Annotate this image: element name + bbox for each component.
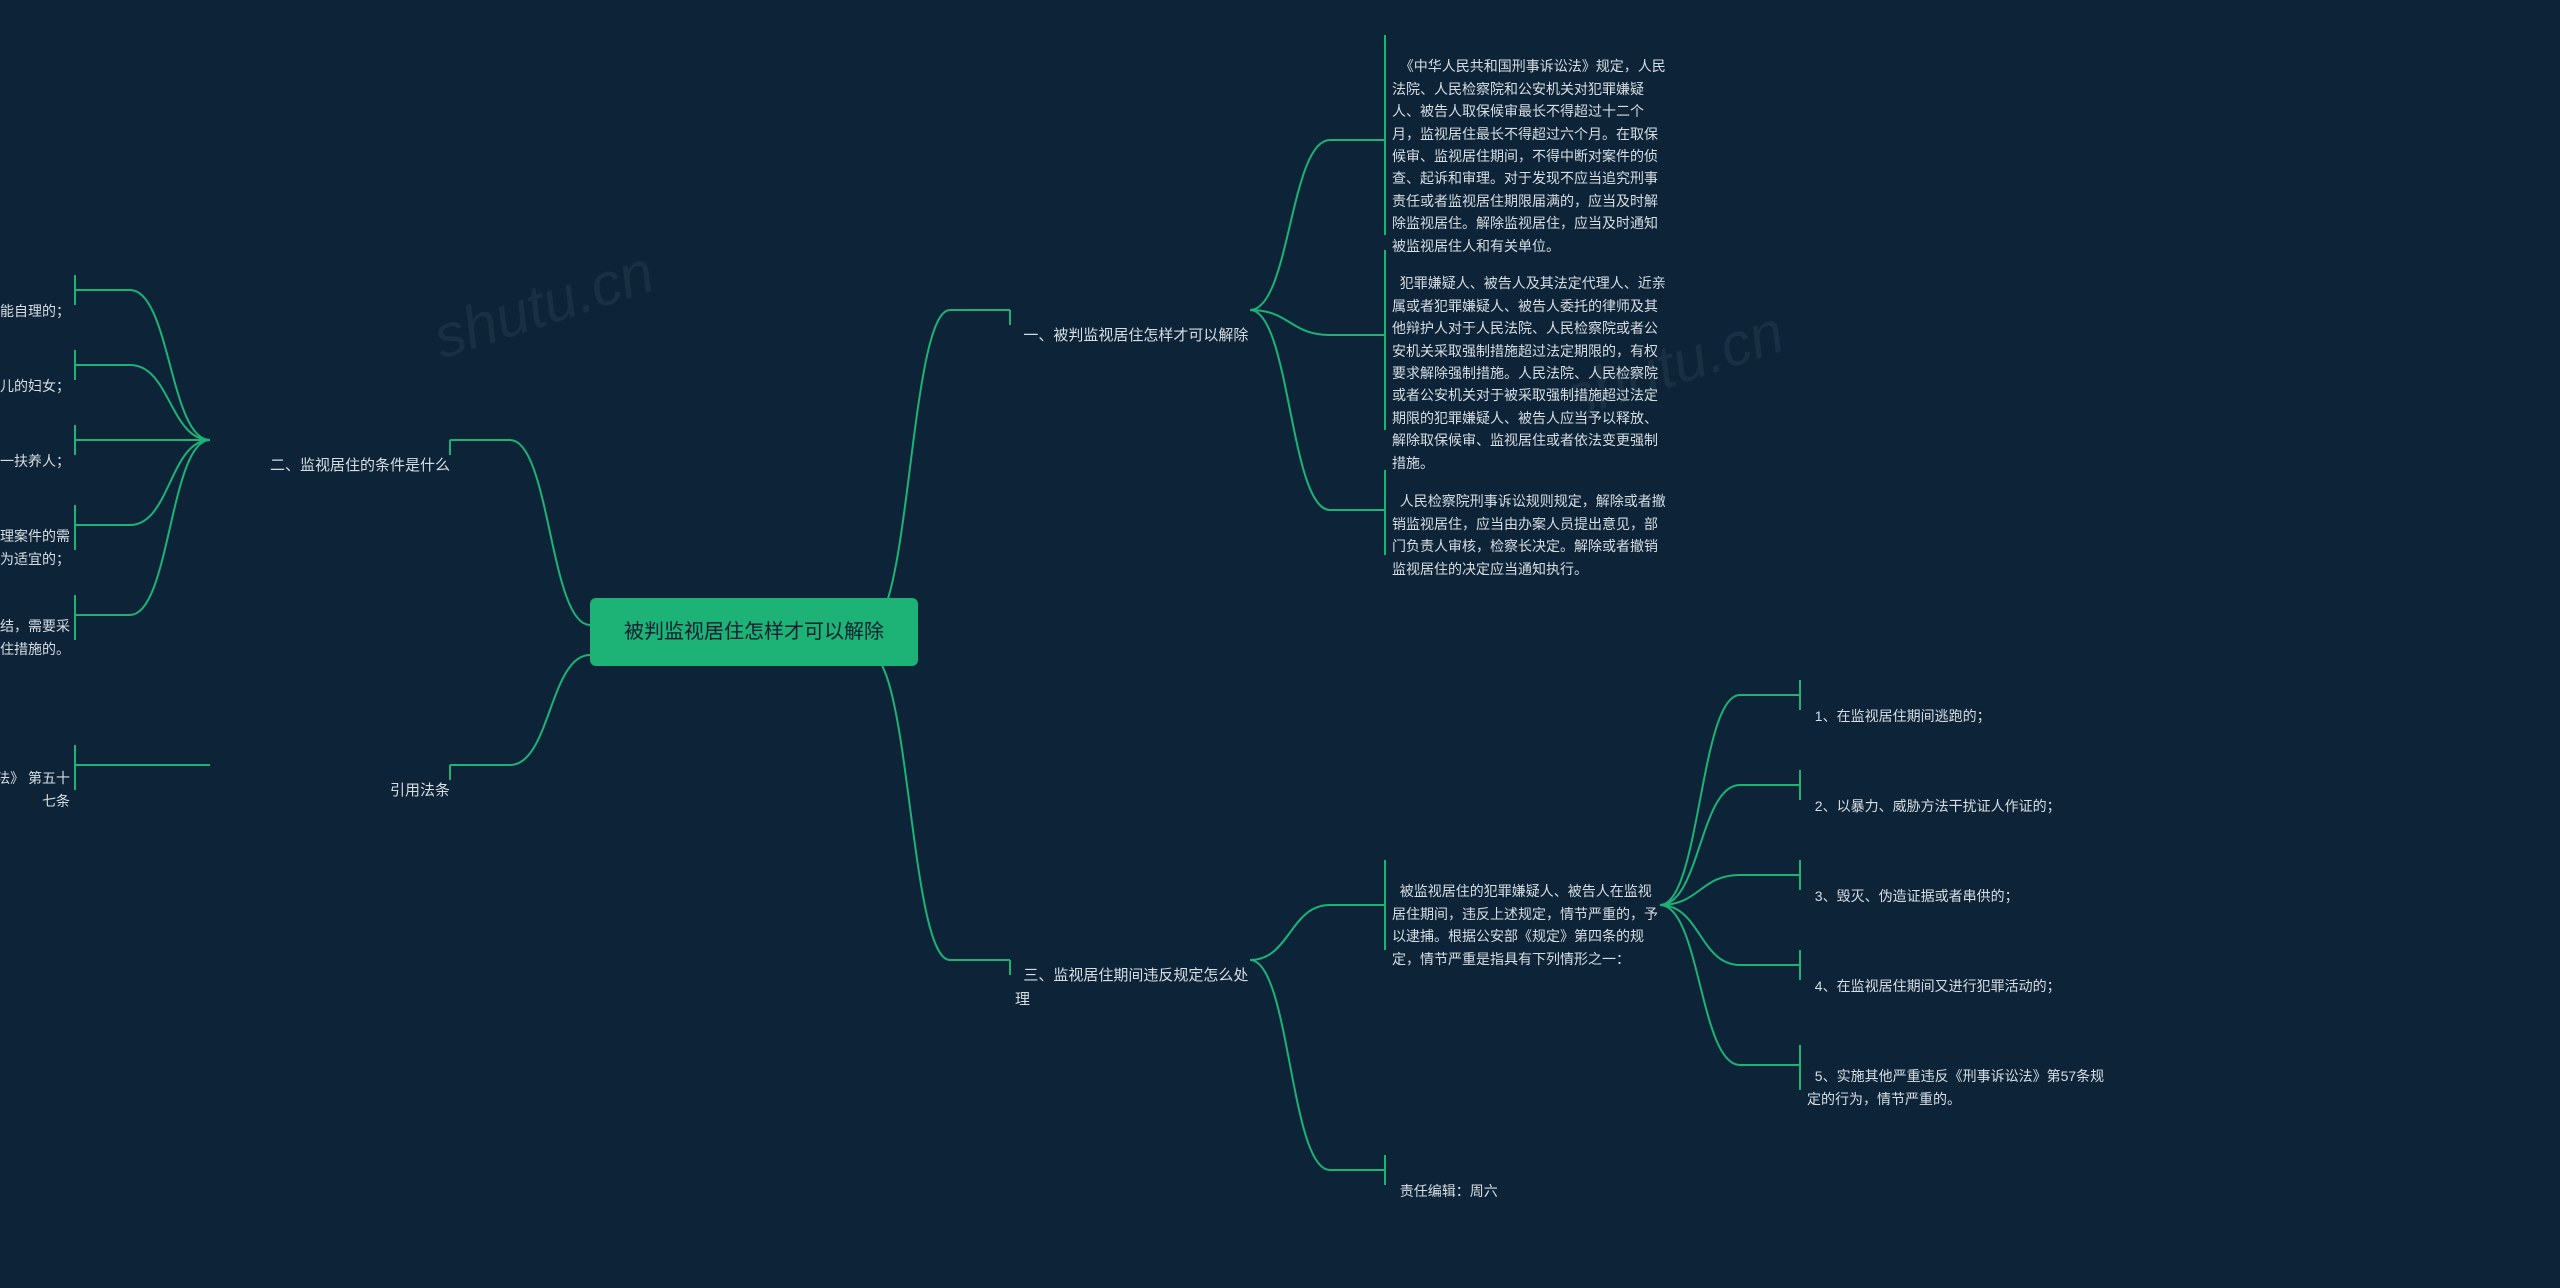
- branch-2-leaf-1[interactable]: 1、患有严重疾病、生活不能自理的；: [0, 278, 70, 323]
- watermark: shutu.cn: [425, 237, 662, 373]
- branch-3-sub-1-leaf-5[interactable]: 5、实施其他严重违反《刑事诉讼法》第57条规定的行为，情节严重的。: [1807, 1043, 2107, 1110]
- branch-3-sub-1[interactable]: 被监视居住的犯罪嫌疑人、被告人在监视居住期间，违反上述规定，情节严重的，予以逮捕…: [1392, 858, 1662, 970]
- branch-2-leaf-2-text: 2、怀孕或者正在哺乳自己婴儿的妇女；: [0, 378, 70, 394]
- branch-2-leaf-3[interactable]: 3、系生活不能自理的人的唯一扶养人；: [0, 428, 70, 473]
- branch-1-leaf-3-text: 人民检察院刑事诉讼规则规定，解除或者撤销监视居住，应当由办案人员提出意见，部门负…: [1392, 493, 1666, 576]
- branch-1[interactable]: 一、被判监视居住怎样才可以解除: [1015, 300, 1250, 348]
- branch-3-title: 三、监视居住期间违反规定怎么处理: [1015, 967, 1248, 1008]
- branch-1-leaf-1[interactable]: 《中华人民共和国刑事诉讼法》规定，人民法院、人民检察院和公安机关对犯罪嫌疑人、被…: [1392, 33, 1667, 257]
- branch-1-leaf-1-text: 《中华人民共和国刑事诉讼法》规定，人民法院、人民检察院和公安机关对犯罪嫌疑人、被…: [1392, 58, 1666, 253]
- connector-lines: [0, 0, 2560, 1288]
- branch-3-sub-1-leaf-2-text: 2、以暴力、威胁方法干扰证人作证的；: [1815, 798, 2061, 814]
- branch-3-sub-1-leaf-2[interactable]: 2、以暴力、威胁方法干扰证人作证的；: [1807, 773, 2107, 818]
- branch-1-leaf-2-text: 犯罪嫌疑人、被告人及其法定代理人、近亲属或者犯罪嫌疑人、被告人委托的律师及其他辩…: [1392, 275, 1666, 470]
- branch-2-leaf-4-text: 4、因为案件的特殊情况或者办理案件的需要，采取监视居住措施更为适宜的；: [0, 528, 70, 566]
- branch-1-leaf-2[interactable]: 犯罪嫌疑人、被告人及其法定代理人、近亲属或者犯罪嫌疑人、被告人委托的律师及其他辩…: [1392, 250, 1667, 474]
- branch-3-sub-1-leaf-5-text: 5、实施其他严重违反《刑事诉讼法》第57条规定的行为，情节严重的。: [1807, 1068, 2104, 1106]
- branch-3-sub-1-leaf-1[interactable]: 1、在监视居住期间逃跑的；: [1807, 683, 2107, 728]
- branch-3-sub-2[interactable]: 责任编辑：周六: [1392, 1158, 1662, 1203]
- mindmap-canvas: { "watermark": "shutu.cn", "root": { "ti…: [0, 0, 2560, 1288]
- branch-3[interactable]: 三、监视居住期间违反规定怎么处理: [1015, 940, 1250, 1012]
- branch-3-sub-1-leaf-3-text: 3、毁灭、伪造证据或者串供的；: [1815, 888, 2019, 904]
- branch-1-leaf-3[interactable]: 人民检察院刑事诉讼规则规定，解除或者撤销监视居住，应当由办案人员提出意见，部门负…: [1392, 468, 1667, 580]
- branch-2-leaf-5-text: 5、羁押期限届满，案件尚未办结，需要采取监视居住措施的。: [0, 618, 70, 656]
- branch-3-sub-1-text: 被监视居住的犯罪嫌疑人、被告人在监视居住期间，违反上述规定，情节严重的，予以逮捕…: [1392, 883, 1658, 966]
- branch-3-sub-1-leaf-4-text: 4、在监视居住期间又进行犯罪活动的；: [1815, 978, 2061, 994]
- branch-2-leaf-1-text: 1、患有严重疾病、生活不能自理的；: [0, 303, 70, 319]
- branch-2-leaf-5[interactable]: 5、羁押期限届满，案件尚未办结，需要采取监视居住措施的。: [0, 593, 70, 660]
- branch-2-title: 二、监视居住的条件是什么: [270, 457, 450, 474]
- branch-2-leaf-3-text: 3、系生活不能自理的人的唯一扶养人；: [0, 453, 70, 469]
- branch-3-sub-1-leaf-3[interactable]: 3、毁灭、伪造证据或者串供的；: [1807, 863, 2107, 908]
- branch-2-leaf-4[interactable]: 4、因为案件的特殊情况或者办理案件的需要，采取监视居住措施更为适宜的；: [0, 503, 70, 570]
- branch-ref-leaf-1[interactable]: [1]《中华人民共和国刑事诉讼法》 第五十七条: [0, 745, 70, 812]
- root-title: 被判监视居住怎样才可以解除: [624, 621, 884, 643]
- branch-1-title: 一、被判监视居住怎样才可以解除: [1023, 327, 1248, 344]
- branch-ref-leaf-1-text: [1]《中华人民共和国刑事诉讼法》 第五十七条: [0, 770, 70, 808]
- branch-3-sub-1-leaf-4[interactable]: 4、在监视居住期间又进行犯罪活动的；: [1807, 953, 2107, 998]
- branch-ref-title: 引用法条: [390, 782, 450, 799]
- root-node[interactable]: 被判监视居住怎样才可以解除: [590, 598, 918, 666]
- branch-2-leaf-2[interactable]: 2、怀孕或者正在哺乳自己婴儿的妇女；: [0, 353, 70, 398]
- branch-3-sub-2-text: 责任编辑：周六: [1400, 1183, 1498, 1199]
- branch-2[interactable]: 二、监视居住的条件是什么: [215, 430, 450, 478]
- branch-ref[interactable]: 引用法条: [215, 755, 450, 803]
- branch-3-sub-1-leaf-1-text: 1、在监视居住期间逃跑的；: [1815, 708, 1991, 724]
